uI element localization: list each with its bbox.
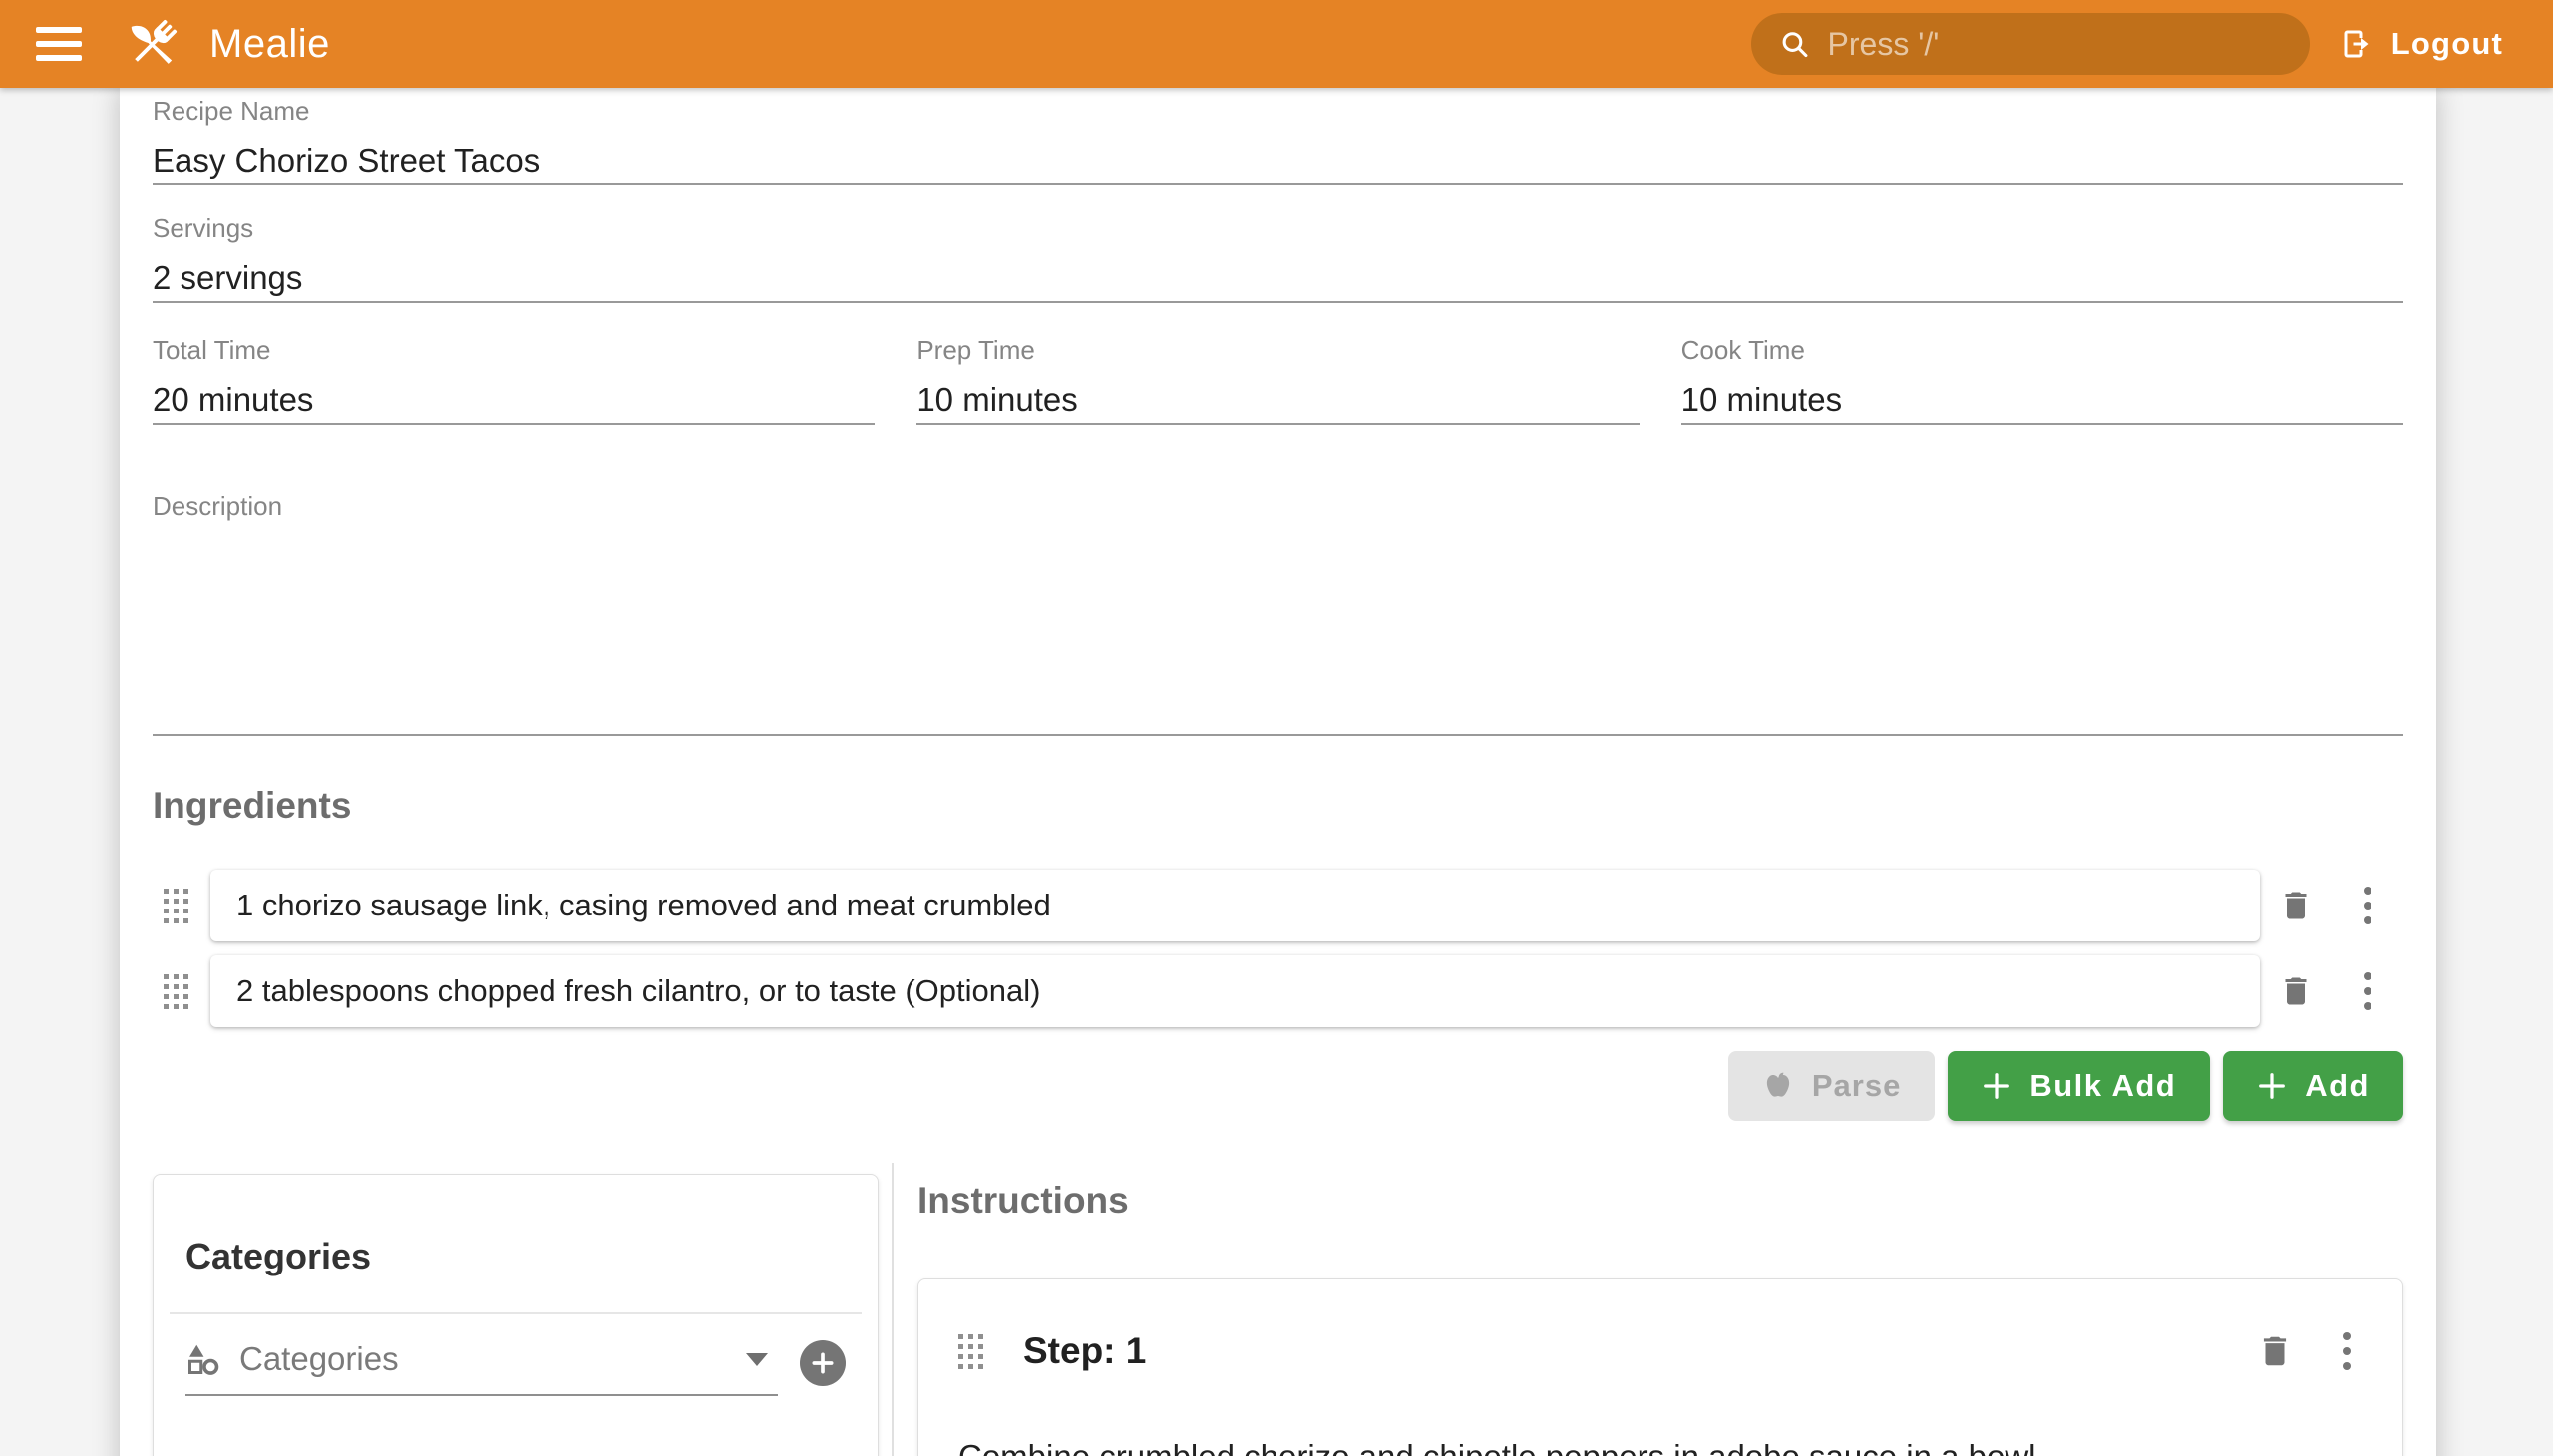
drag-handle-icon[interactable] <box>164 974 190 1009</box>
total-time-field[interactable]: Total Time 20 minutes <box>153 333 875 425</box>
menu-icon[interactable] <box>36 27 82 61</box>
ingredient-actions: Parse Bulk Add Add <box>153 1051 2403 1121</box>
servings-label: Servings <box>153 211 2403 245</box>
step-delete-button[interactable] <box>2239 1315 2311 1387</box>
ingredient-menu-button[interactable] <box>2332 870 2403 941</box>
logout-icon <box>2340 26 2375 62</box>
add-label: Add <box>2305 1068 2370 1104</box>
parse-button[interactable]: Parse <box>1728 1051 1935 1121</box>
apple-icon <box>1762 1070 1794 1102</box>
categories-select[interactable]: Categories <box>185 1340 778 1396</box>
vertical-divider <box>892 1163 894 1456</box>
prep-time-label: Prep Time <box>916 333 1639 367</box>
logout-label: Logout <box>2391 26 2503 62</box>
bulk-add-label: Bulk Add <box>2029 1068 2176 1104</box>
search-icon <box>1779 27 1810 61</box>
ingredient-text: 1 chorizo sausage link, casing removed a… <box>236 888 1051 923</box>
instructions-heading: Instructions <box>917 1175 2403 1227</box>
ingredient-row: 1 chorizo sausage link, casing removed a… <box>153 870 2403 941</box>
kebab-icon <box>2364 887 2371 924</box>
add-category-button[interactable] <box>800 1340 846 1386</box>
recipe-name-label: Recipe Name <box>153 94 2403 128</box>
recipe-name-field[interactable]: Recipe Name Easy Chorizo Street Tacos <box>153 94 2403 185</box>
ingredient-text: 2 tablespoons chopped fresh cilantro, or… <box>236 973 1040 1009</box>
app-bar: Mealie Logout <box>0 0 2553 88</box>
ingredient-list: 1 chorizo sausage link, casing removed a… <box>153 870 2403 1027</box>
ingredient-row: 2 tablespoons chopped fresh cilantro, or… <box>153 955 2403 1027</box>
divider <box>170 1312 862 1314</box>
add-button[interactable]: Add <box>2223 1051 2403 1121</box>
description-field[interactable]: Description <box>153 489 2403 736</box>
instructions-column: Instructions Step: 1 <box>908 1163 2403 1456</box>
categories-select-label: Categories <box>239 1340 399 1378</box>
cook-time-label: Cook Time <box>1681 333 2403 367</box>
plus-icon <box>2257 1071 2287 1101</box>
chevron-down-icon <box>746 1353 768 1366</box>
ingredient-delete-button[interactable] <box>2260 870 2332 941</box>
ingredient-input[interactable]: 2 tablespoons chopped fresh cilantro, or… <box>210 955 2260 1027</box>
prep-time-input[interactable]: 10 minutes <box>916 377 1639 423</box>
recipe-editor-card: Recipe Name Easy Chorizo Street Tacos Se… <box>120 88 2436 1456</box>
app-logo-icon <box>122 13 183 75</box>
servings-field[interactable]: Servings 2 servings <box>153 211 2403 303</box>
trash-icon <box>2256 1332 2294 1370</box>
trash-icon <box>2278 973 2314 1009</box>
drag-handle-icon[interactable] <box>164 889 190 923</box>
parse-label: Parse <box>1812 1068 1901 1104</box>
recipe-name-input[interactable]: Easy Chorizo Street Tacos <box>153 138 2403 183</box>
instruction-step-card: Step: 1 Combine crumbled chorizo and chi… <box>917 1278 2403 1456</box>
trash-icon <box>2278 888 2314 923</box>
description-label: Description <box>153 489 2403 523</box>
plus-icon <box>1982 1071 2011 1101</box>
description-input[interactable] <box>153 523 2403 734</box>
categories-card-title: Categories <box>154 1175 878 1282</box>
ingredient-input[interactable]: 1 chorizo sausage link, casing removed a… <box>210 870 2260 941</box>
search-bar[interactable] <box>1751 13 2310 75</box>
kebab-icon <box>2364 972 2371 1010</box>
search-input[interactable] <box>1828 26 2286 63</box>
kebab-icon <box>2343 1332 2351 1370</box>
total-time-label: Total Time <box>153 333 875 367</box>
categories-card: Categories Categories <box>153 1174 879 1456</box>
plus-icon <box>810 1350 836 1376</box>
cook-time-input[interactable]: 10 minutes <box>1681 377 2403 423</box>
drag-handle-icon[interactable] <box>958 1334 985 1369</box>
bulk-add-button[interactable]: Bulk Add <box>1948 1051 2210 1121</box>
prep-time-field[interactable]: Prep Time 10 minutes <box>916 333 1639 425</box>
step-menu-button[interactable] <box>2311 1315 2382 1387</box>
logout-button[interactable]: Logout <box>2340 26 2503 62</box>
shapes-icon <box>185 1341 221 1377</box>
servings-input[interactable]: 2 servings <box>153 255 2403 301</box>
ingredient-menu-button[interactable] <box>2332 955 2403 1027</box>
cook-time-field[interactable]: Cook Time 10 minutes <box>1681 333 2403 425</box>
ingredient-delete-button[interactable] <box>2260 955 2332 1027</box>
app-title: Mealie <box>209 22 330 67</box>
categories-column: Categories Categories <box>153 1163 879 1456</box>
time-fields-row: Total Time 20 minutes Prep Time 10 minut… <box>153 333 2403 425</box>
total-time-input[interactable]: 20 minutes <box>153 377 875 423</box>
ingredients-heading: Ingredients <box>153 780 2403 832</box>
step-text-input[interactable]: Combine crumbled chorizo and chipotle pe… <box>958 1433 2382 1456</box>
bottom-section: Categories Categories <box>153 1163 2403 1456</box>
step-title: Step: 1 <box>1023 1330 1146 1372</box>
